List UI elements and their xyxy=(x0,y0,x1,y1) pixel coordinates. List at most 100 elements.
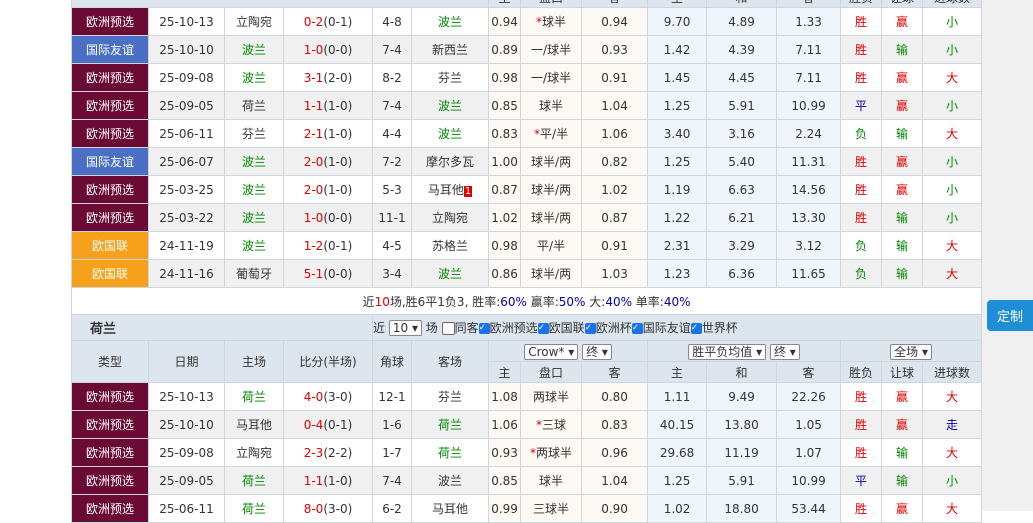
summary-count: 10 xyxy=(374,294,390,309)
final2-select[interactable]: 终 ▾ xyxy=(769,343,800,360)
home-team[interactable]: 波兰 xyxy=(224,231,284,260)
league-checkbox[interactable]: ✓ xyxy=(690,323,702,334)
home-team[interactable]: 葡萄牙 xyxy=(224,259,284,288)
match-type[interactable]: 欧国联 xyxy=(71,231,149,260)
score[interactable]: 3-1(2-0) xyxy=(283,63,373,92)
league-label: 欧国联 xyxy=(548,321,585,335)
away-team[interactable]: 摩尔多瓦 xyxy=(410,147,490,176)
away-team[interactable]: 立陶宛 xyxy=(410,203,490,232)
away-team[interactable]: 波兰 xyxy=(410,7,490,36)
away-team[interactable]: 波兰 xyxy=(410,119,490,148)
league-checkbox[interactable]: ✓ xyxy=(631,323,643,334)
win-rate: 60% xyxy=(500,294,527,309)
score[interactable]: 1-0(0-0) xyxy=(283,203,373,232)
score[interactable]: 2-0(1-0) xyxy=(283,175,373,204)
match-type[interactable]: 欧洲预选 xyxy=(71,410,149,439)
home-team[interactable]: 波兰 xyxy=(224,175,284,204)
red-card-badge: 1 xyxy=(463,186,473,197)
corners: 3-4 xyxy=(372,259,412,288)
match-type[interactable]: 欧洲预选 xyxy=(71,7,149,36)
score[interactable]: 4-0(3-0) xyxy=(283,382,373,411)
score[interactable]: 8-0(3-0) xyxy=(283,494,373,523)
half-score: (3-0) xyxy=(323,389,353,404)
away-team[interactable]: 荷兰 xyxy=(410,410,490,439)
avg-select[interactable]: 胜平负均值 ▾ xyxy=(688,343,767,360)
home-team[interactable]: 波兰 xyxy=(224,147,284,176)
goals-result: 小 xyxy=(922,91,983,120)
score[interactable]: 2-0(1-0) xyxy=(283,147,373,176)
header-cell: 客 xyxy=(581,361,649,383)
match-type[interactable]: 欧洲预选 xyxy=(71,119,149,148)
score[interactable]: 5-1(0-0) xyxy=(283,259,373,288)
match-count-select[interactable]: 10 ▾ xyxy=(388,320,422,336)
match-type[interactable]: 欧洲预选 xyxy=(71,494,149,523)
home-team[interactable]: 波兰 xyxy=(224,203,284,232)
filter-bar: 近 10 ▾ 场 同客✓ 欧洲预选✓ 欧国联✓ 欧洲杯✓ 国际友谊✓ 世界杯 xyxy=(371,314,983,341)
home-team[interactable]: 波兰 xyxy=(224,35,284,64)
home-team[interactable]: 荷兰 xyxy=(224,494,284,523)
score[interactable]: 2-1(1-0) xyxy=(283,119,373,148)
table-row: 欧洲预选 25-10-13 立陶宛 0-2(0-1) 4-8 波兰 0.94 *球半 0.94 9… xyxy=(71,7,983,36)
away-team[interactable]: 芬兰 xyxy=(410,63,490,92)
away-team[interactable]: 苏格兰 xyxy=(410,231,490,260)
away-team[interactable]: 新西兰 xyxy=(410,35,490,64)
score[interactable]: 1-1(1-0) xyxy=(283,466,373,495)
same-host-checkbox[interactable] xyxy=(441,322,455,335)
avg-draw: 18.80 xyxy=(706,494,778,523)
league-label: 国际友谊 xyxy=(642,321,691,335)
score[interactable]: 1-2(0-1) xyxy=(283,231,373,260)
handicap-result: 赢 xyxy=(881,410,924,439)
handicap-result: 输 xyxy=(881,466,924,495)
scope-select[interactable]: 全场 ▾ xyxy=(890,343,932,360)
avg-away: 13.30 xyxy=(776,203,842,232)
league-label: 世界杯 xyxy=(701,321,738,335)
match-count-value: 10 xyxy=(392,321,409,335)
match-type[interactable]: 欧洲预选 xyxy=(71,63,149,92)
match-type[interactable]: 国际友谊 xyxy=(71,147,149,176)
match-type[interactable]: 欧洲预选 xyxy=(71,466,149,495)
match-type[interactable]: 欧洲预选 xyxy=(71,203,149,232)
final-select[interactable]: 终 ▾ xyxy=(582,343,612,360)
company-value: Crow* xyxy=(528,344,565,359)
full-score: 4-0 xyxy=(303,389,324,404)
same-host-label: 同客 xyxy=(454,321,479,335)
league-checkbox[interactable]: ✓ xyxy=(584,323,596,334)
match-type[interactable]: 欧洲预选 xyxy=(71,91,149,120)
league-checkbox[interactable]: ✓ xyxy=(478,323,490,334)
custom-button[interactable]: 定制 xyxy=(987,300,1033,331)
score[interactable]: 2-3(2-2) xyxy=(283,438,373,467)
match-type[interactable]: 欧洲预选 xyxy=(71,438,149,467)
home-team[interactable]: 马耳他 xyxy=(224,410,284,439)
away-odds: 0.90 xyxy=(581,494,649,523)
league-checkbox[interactable]: ✓ xyxy=(537,323,549,334)
home-team[interactable]: 荷兰 xyxy=(224,91,284,120)
home-team[interactable]: 立陶宛 xyxy=(224,438,284,467)
avg-draw: 6.63 xyxy=(706,175,778,204)
home-team[interactable]: 波兰 xyxy=(224,63,284,92)
match-type[interactable]: 欧洲预选 xyxy=(71,175,149,204)
col-away: 客场 xyxy=(410,340,490,383)
match-date: 25-09-05 xyxy=(148,466,225,495)
score[interactable]: 0-2(0-1) xyxy=(283,7,373,36)
home-team[interactable]: 荷兰 xyxy=(224,382,284,411)
away-team[interactable]: 马耳他 xyxy=(410,494,490,523)
match-type[interactable]: 欧国联 xyxy=(71,259,149,288)
home-team[interactable]: 荷兰 xyxy=(224,466,284,495)
match-type[interactable]: 欧洲预选 xyxy=(71,382,149,411)
home-team[interactable]: 立陶宛 xyxy=(224,7,284,36)
score[interactable]: 1-1(1-0) xyxy=(283,91,373,120)
col-home: 主场 xyxy=(224,340,284,383)
away-team[interactable]: 芬兰 xyxy=(410,382,490,411)
score[interactable]: 1-0(0-0) xyxy=(283,35,373,64)
company-select[interactable]: Crow* ▾ xyxy=(524,343,579,360)
score[interactable]: 0-4(0-1) xyxy=(283,410,373,439)
away-team[interactable]: 荷兰 xyxy=(410,438,490,467)
away-team[interactable]: 马耳他1 xyxy=(410,175,490,204)
home-team[interactable]: 芬兰 xyxy=(224,119,284,148)
match-type[interactable]: 国际友谊 xyxy=(71,35,149,64)
away-odds: 0.91 xyxy=(581,63,649,92)
away-team[interactable]: 波兰 xyxy=(410,259,490,288)
away-team[interactable]: 波兰 xyxy=(410,466,490,495)
handicap-value: 一/球半 xyxy=(531,71,572,85)
away-team[interactable]: 波兰 xyxy=(410,91,490,120)
